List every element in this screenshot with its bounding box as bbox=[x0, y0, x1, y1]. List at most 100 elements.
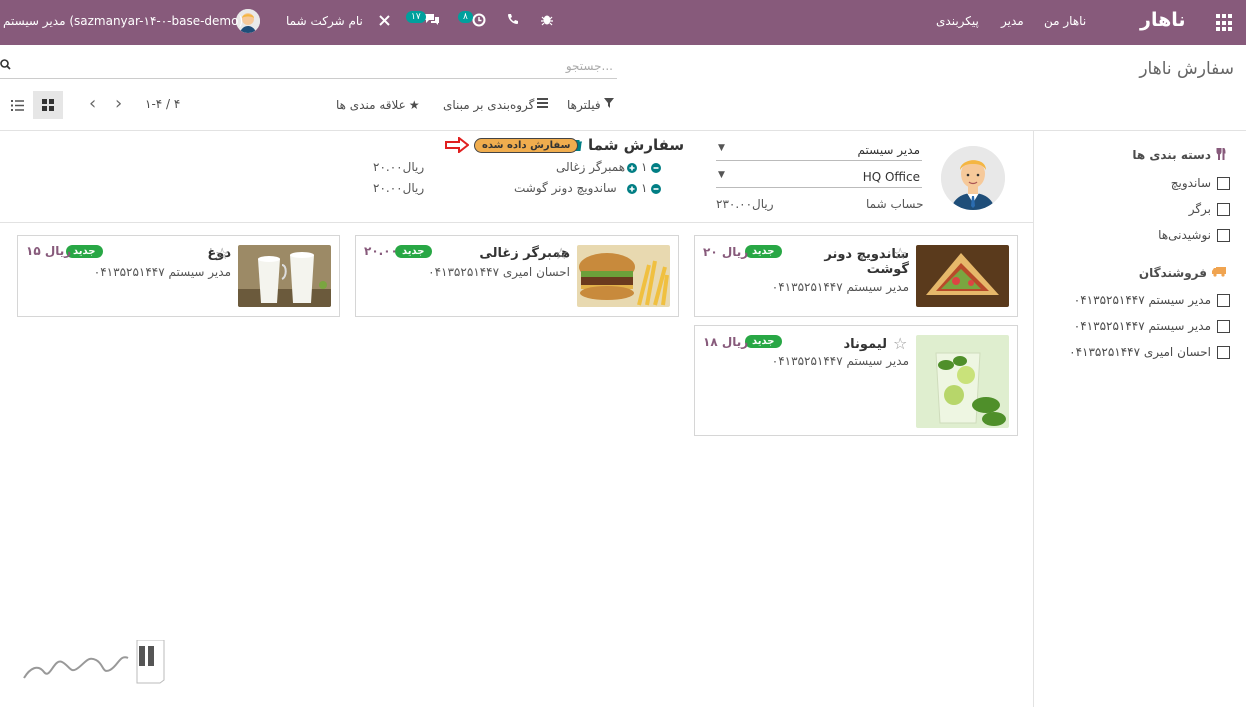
category-drinks[interactable]: نوشیدنی‌ها bbox=[1158, 228, 1230, 242]
search-icon[interactable] bbox=[0, 59, 11, 73]
search-panel: دسته بندی ها ساندویچ برگر نوشیدنی‌ها فرو… bbox=[1033, 131, 1246, 707]
favorites-label: علاقه مندی ها bbox=[336, 98, 406, 112]
product-vendor: مدیر سیستم ۰۴۱۳۵۲۵۱۴۴۷ bbox=[771, 354, 909, 368]
phone-icon[interactable] bbox=[507, 13, 519, 29]
favorite-star-icon[interactable]: ☆ bbox=[893, 334, 907, 353]
bug-icon[interactable] bbox=[541, 13, 553, 30]
order-line-qty: ۱ bbox=[641, 160, 648, 174]
app-brand[interactable]: ناهار bbox=[1140, 9, 1186, 31]
menu-manager[interactable]: مدیر bbox=[1001, 14, 1024, 28]
order-line-name: همبرگر زغالی bbox=[556, 160, 626, 174]
order-line-price: ۲۰.۰۰ریال bbox=[373, 160, 425, 174]
group-by-button[interactable]: گروه‌بندی بر مبنای bbox=[443, 98, 549, 112]
star-icon: ★ bbox=[408, 98, 420, 112]
list-view-button[interactable] bbox=[2, 91, 32, 119]
vendor-label: مدیر سیستم ۰۴۱۳۵۲۵۱۴۴۷ bbox=[1073, 293, 1211, 307]
kanban-view-button[interactable] bbox=[33, 91, 63, 119]
product-card[interactable]: همبرگر زغالی ☆ جدید ۲۰.۰۰ احسان امیری ۰۴… bbox=[355, 235, 679, 317]
category-checkbox[interactable] bbox=[1217, 176, 1230, 190]
product-price: ۲۰.۰۰ bbox=[364, 244, 398, 258]
cutlery-icon bbox=[1216, 147, 1226, 163]
vendors-heading: فروشندگان bbox=[1139, 266, 1226, 280]
order-line-name: ساندویچ دونر گوشت bbox=[514, 181, 617, 195]
search-input[interactable]: جستجو... bbox=[0, 55, 617, 79]
user-menu[interactable]: مدیر سیستم (sazmanyar-۱۴-۰-base-demo) bbox=[3, 14, 243, 28]
category-label: نوشیدنی‌ها bbox=[1158, 228, 1211, 242]
product-image bbox=[577, 245, 670, 307]
vendor-checkbox[interactable] bbox=[1217, 345, 1230, 359]
group-by-label: گروه‌بندی بر مبنای bbox=[443, 98, 535, 112]
vendor-checkbox[interactable] bbox=[1217, 293, 1230, 307]
vendor-label: احسان امیری ۰۴۱۳۵۲۵۱۴۴۷ bbox=[1069, 345, 1211, 359]
activity-clock-icon[interactable] bbox=[472, 13, 486, 31]
user-select[interactable]: مدیر سیستم ▼ bbox=[716, 139, 922, 161]
product-image bbox=[238, 245, 331, 307]
favorite-star-icon[interactable]: ☆ bbox=[554, 244, 568, 263]
account-label: حساب شما bbox=[866, 197, 924, 211]
product-vendor: احسان امیری ۰۴۱۳۵۲۵۱۴۴۷ bbox=[428, 265, 570, 279]
top-navbar: ناهار ناهار من مدیر پیکربندی ۸ ۱۷ نام شر… bbox=[0, 0, 1246, 45]
product-price: ۱۵ ریال bbox=[26, 244, 72, 258]
minus-circle-icon[interactable] bbox=[651, 183, 661, 197]
account-balance: ۲۳۰.۰۰ریال bbox=[716, 197, 774, 211]
caret-down-icon: ▼ bbox=[718, 170, 725, 180]
vendor-item[interactable]: مدیر سیستم ۰۴۱۳۵۲۵۱۴۴۷ bbox=[1074, 293, 1230, 307]
menu-configuration[interactable]: پیکربندی bbox=[936, 14, 979, 28]
filter-icon bbox=[603, 98, 614, 108]
arrow-right-icon bbox=[445, 135, 470, 156]
company-switch-icon[interactable] bbox=[378, 14, 391, 31]
pager-value[interactable]: ۱-۴ / ۴ bbox=[145, 97, 180, 111]
favorite-star-icon[interactable]: ☆ bbox=[215, 244, 229, 263]
new-badge: جدید bbox=[745, 245, 782, 258]
product-vendor: مدیر سیستم ۰۴۱۳۵۲۵۱۴۴۷ bbox=[93, 265, 231, 279]
minus-circle-icon[interactable] bbox=[651, 162, 661, 176]
new-badge: جدید bbox=[66, 245, 103, 258]
category-burger[interactable]: برگر bbox=[1189, 202, 1230, 216]
categories-heading: دسته بندی ها bbox=[1132, 147, 1226, 163]
favorites-button[interactable]: ★ علاقه مندی ها bbox=[336, 98, 420, 112]
caret-down-icon: ▼ bbox=[718, 143, 725, 153]
user-select-value: مدیر سیستم bbox=[857, 143, 921, 157]
truck-icon bbox=[1212, 266, 1226, 280]
vendor-item[interactable]: مدیر سیستم ۰۴۱۳۵۲۵۱۴۴۷ bbox=[1074, 319, 1230, 333]
plus-circle-icon[interactable] bbox=[627, 162, 637, 176]
messaging-icon[interactable] bbox=[424, 13, 440, 30]
activities-count-badge: ۸ bbox=[458, 11, 473, 23]
messages-count-badge: ۱۷ bbox=[406, 11, 426, 23]
kanban-icon bbox=[42, 99, 54, 111]
product-image bbox=[916, 335, 1009, 428]
new-badge: جدید bbox=[745, 335, 782, 348]
search-placeholder: جستجو... bbox=[565, 59, 613, 73]
apps-menu-icon[interactable] bbox=[1216, 14, 1234, 32]
plus-circle-icon[interactable] bbox=[627, 183, 637, 197]
location-select-value: HQ Office bbox=[862, 170, 920, 184]
vendor-checkbox[interactable] bbox=[1217, 319, 1230, 333]
order-line-price: ۲۰.۰۰ریال bbox=[373, 181, 425, 195]
new-badge: جدید bbox=[395, 245, 432, 258]
company-name[interactable]: نام شرکت شما bbox=[286, 14, 363, 28]
location-select[interactable]: HQ Office ▼ bbox=[716, 166, 922, 188]
product-card[interactable]: ساندویچ دونر گوشت ☆ جدید ۲۰ ریال مدیر سی… bbox=[694, 235, 1018, 317]
order-line-qty: ۱ bbox=[641, 181, 648, 195]
pager-previous-icon[interactable]: ‹ bbox=[89, 93, 96, 114]
watermark-logo bbox=[22, 639, 167, 688]
user-avatar-large bbox=[941, 146, 1005, 210]
product-price: ۲۰ ریال bbox=[703, 245, 749, 259]
filters-label: فیلترها bbox=[567, 98, 601, 112]
vendor-label: مدیر سیستم ۰۴۱۳۵۲۵۱۴۴۷ bbox=[1073, 319, 1211, 333]
product-card[interactable]: دوغ ☆ جدید ۱۵ ریال مدیر سیستم ۰۴۱۳۵۲۵۱۴۴… bbox=[17, 235, 340, 317]
product-image bbox=[916, 245, 1009, 307]
category-label: برگر bbox=[1188, 202, 1211, 216]
filters-button[interactable]: فیلترها bbox=[567, 98, 614, 112]
category-checkbox[interactable] bbox=[1217, 202, 1230, 216]
product-card[interactable]: لیموناد ☆ جدید ۱۸ ریال مدیر سیستم ۰۴۱۳۵۲… bbox=[694, 325, 1018, 436]
group-by-icon bbox=[537, 98, 549, 108]
category-checkbox[interactable] bbox=[1217, 228, 1230, 242]
pager-next-icon[interactable]: › bbox=[115, 93, 122, 114]
favorite-star-icon[interactable]: ☆ bbox=[893, 244, 907, 263]
category-label: ساندویچ bbox=[1170, 176, 1211, 190]
menu-my-lunch[interactable]: ناهار من bbox=[1044, 14, 1086, 28]
product-price: ۱۸ ریال bbox=[703, 335, 749, 349]
vendor-item[interactable]: احسان امیری ۰۴۱۳۵۲۵۱۴۴۷ bbox=[1069, 345, 1230, 359]
category-sandwich[interactable]: ساندویچ bbox=[1171, 176, 1230, 190]
